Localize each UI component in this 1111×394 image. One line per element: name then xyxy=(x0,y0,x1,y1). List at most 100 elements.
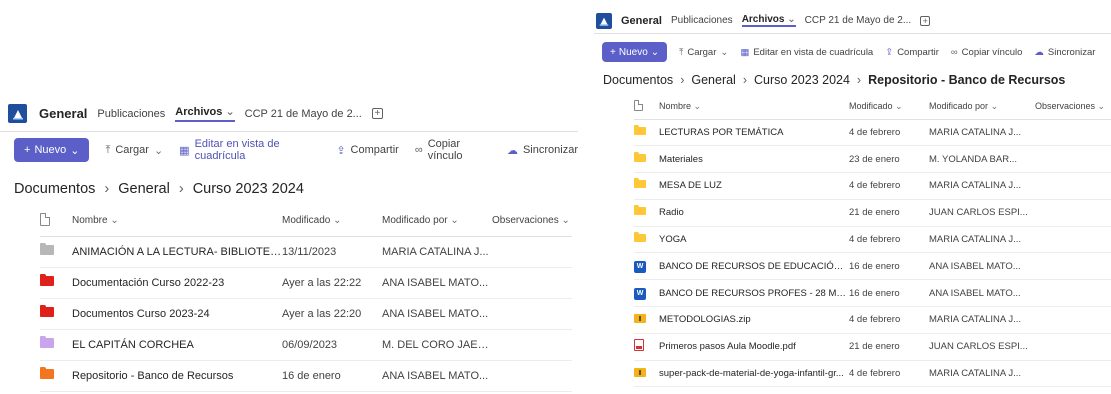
file-icon-cell xyxy=(634,172,659,200)
table-row[interactable]: LECTURAS POR TEMÁTICA 4 de febrero MARIA C… xyxy=(634,119,1111,147)
column-notes-header[interactable]: Observaciones ⌄ xyxy=(492,206,572,237)
file-name[interactable]: MESA DE LUZ xyxy=(659,172,849,200)
file-name[interactable]: super-pack-de-material-de-yoga-infantil-… xyxy=(659,360,849,388)
modified-date: 4 de febrero xyxy=(849,172,929,200)
file-name[interactable]: YOGA xyxy=(659,226,849,254)
table-row[interactable]: W BANCO DE RECURSOS DE EDUCACIÓN INF... 16… xyxy=(634,252,1111,281)
table-row[interactable]: Primeros pasos Aula Moodle.pdf 21 de ener… xyxy=(634,333,1111,361)
column-modified-label: Modificado xyxy=(849,100,893,111)
breadcrumb-general[interactable]: General xyxy=(118,181,170,197)
modified-date: 21 de enero xyxy=(849,199,929,227)
file-icon-cell xyxy=(634,199,659,227)
file-name[interactable]: LECTURAS POR TEMÁTICA xyxy=(659,119,849,147)
file-name[interactable]: Materiales xyxy=(659,145,849,174)
notes-cell xyxy=(1035,279,1111,308)
upload-button[interactable]: ⤒ Cargar ⌄ xyxy=(105,144,163,157)
modified-by: MARIA CATALINA J... xyxy=(929,172,1035,200)
notes-cell xyxy=(492,329,572,361)
column-modified-by-header[interactable]: Modificado por ⌄ xyxy=(929,94,1035,120)
file-name[interactable]: BANCO DE RECURSOS PROFES - 28 MAYO.... xyxy=(659,279,849,308)
add-tab-icon[interactable]: + xyxy=(920,15,931,26)
tab-archivos[interactable]: Archivos ⌄ xyxy=(175,105,235,122)
file-name[interactable]: BANCO DE RECURSOS DE EDUCACIÓN INF... xyxy=(659,252,849,281)
table-row[interactable]: Documentación Curso 2022-23 Ayer a las 22… xyxy=(40,267,572,299)
file-name[interactable]: ANIMACIÓN A LA LECTURA- BIBLIOTECA xyxy=(72,236,282,268)
file-name[interactable]: Primeros pasos Aula Moodle.pdf xyxy=(659,333,849,361)
tab-ccp[interactable]: CCP 21 de Mayo de 2... xyxy=(245,108,362,120)
table-row[interactable]: super-pack-de-material-de-yoga-infantil-… xyxy=(634,360,1111,388)
table-row[interactable]: EL CAPITÁN CORCHEA 06/09/2023 M. DEL CORO … xyxy=(40,329,572,361)
upload-button[interactable]: ⤒ Cargar ⌄ xyxy=(679,47,728,58)
chevron-right-icon: › xyxy=(856,73,862,87)
chevron-right-icon: › xyxy=(680,73,685,87)
folder-icon xyxy=(634,205,646,216)
file-type-header[interactable] xyxy=(40,206,72,237)
tab-publicaciones[interactable]: Publicaciones xyxy=(671,15,733,26)
new-button-label: Nuevo xyxy=(618,46,648,58)
file-icon-cell xyxy=(634,119,659,147)
new-button[interactable]: + Nuevo ⌄ xyxy=(602,42,668,62)
file-name[interactable]: Repositorio - Banco de Recursos xyxy=(72,360,282,392)
new-button[interactable]: + Nuevo ⌄ xyxy=(14,138,90,162)
file-name[interactable]: Documentación Curso 2022-23 xyxy=(72,267,282,299)
notes-cell xyxy=(492,267,572,299)
table-row[interactable]: W BANCO DE RECURSOS PROFES - 28 MAYO.... 1… xyxy=(634,279,1111,308)
notes-cell xyxy=(1035,252,1111,281)
tab-archivos-label: Archivos xyxy=(175,106,223,118)
breadcrumb-general[interactable]: General xyxy=(691,73,735,87)
folder-icon xyxy=(634,232,646,243)
new-button-label: Nuevo xyxy=(34,144,67,156)
pdf-icon xyxy=(634,339,644,352)
column-name-header[interactable]: Nombre ⌄ xyxy=(72,206,282,237)
breadcrumb-documentos[interactable]: Documentos xyxy=(14,181,95,197)
column-modified-header[interactable]: Modificado ⌄ xyxy=(282,206,382,237)
tab-archivos[interactable]: Archivos ⌄ xyxy=(741,14,796,27)
file-name[interactable]: Radio xyxy=(659,199,849,227)
link-icon: ∞ xyxy=(414,144,423,156)
file-name[interactable]: EL CAPITÁN CORCHEA xyxy=(72,329,282,361)
sync-label: Sincronizar xyxy=(522,144,578,156)
copy-link-button[interactable]: ∞ Copiar vínculo xyxy=(415,138,491,162)
table-row[interactable]: Radio 21 de enero JUAN CARLOS ESPI... xyxy=(634,199,1111,227)
file-type-header[interactable] xyxy=(634,94,659,120)
column-modified-by-header[interactable]: Modificado por ⌄ xyxy=(382,206,492,237)
table-row[interactable]: YOGA 4 de febrero MARIA CATALINA J... xyxy=(634,226,1111,254)
add-tab-icon[interactable]: + xyxy=(371,108,383,119)
modified-by: M. YOLANDA BAR... xyxy=(929,145,1035,174)
file-name[interactable]: Documentos Curso 2023-24 xyxy=(72,298,282,330)
table-row[interactable]: ANIMACIÓN A LA LECTURA- BIBLIOTECA 13/11/… xyxy=(40,236,572,268)
grid-edit-button[interactable]: ▦ Editar en vista de cuadrícula xyxy=(740,47,873,58)
table-row[interactable]: Materiales 23 de enero M. YOLANDA BAR... xyxy=(634,145,1111,174)
tab-publicaciones[interactable]: Publicaciones xyxy=(97,108,165,120)
file-type-icon xyxy=(634,99,643,111)
table-row[interactable]: Repositorio - Banco de Recursos 16 de ene… xyxy=(40,360,572,392)
modified-date: 13/11/2023 xyxy=(282,236,382,268)
sync-button[interactable]: ☁ Sincronizar xyxy=(507,144,578,157)
modified-by: MARIA CATALINA J... xyxy=(929,119,1035,147)
sync-button[interactable]: ☁ Sincronizar xyxy=(1034,47,1095,58)
tab-ccp[interactable]: CCP 21 de Mayo de 2... xyxy=(805,15,912,26)
folder-icon xyxy=(634,124,646,135)
modified-by: ANA ISABEL MATO... xyxy=(382,267,492,299)
files-panel-right: General Publicaciones Archivos ⌄ CCP 21 … xyxy=(594,8,1111,394)
grid-edit-label: Editar en vista de cuadrícula xyxy=(753,46,874,58)
table-row[interactable]: Documentos Curso 2023-24 Ayer a las 22:20… xyxy=(40,298,572,330)
share-button[interactable]: ⇪ Compartir xyxy=(885,47,939,58)
modified-date: Ayer a las 22:22 xyxy=(282,267,382,299)
table-row[interactable]: MESA DE LUZ 4 de febrero MARIA CATALINA J.… xyxy=(634,172,1111,200)
notes-cell xyxy=(1035,306,1111,334)
file-name[interactable]: METODOLOGIAS.zip xyxy=(659,306,849,334)
breadcrumb-repositorio[interactable]: Repositorio - Banco de Recursos xyxy=(868,73,1065,87)
grid-edit-button[interactable]: ▦ Editar en vista de cuadrícula xyxy=(179,138,320,162)
breadcrumb-curso[interactable]: Curso 2023 2024 xyxy=(193,181,304,197)
breadcrumb-curso[interactable]: Curso 2023 2024 xyxy=(754,73,850,87)
copy-link-button[interactable]: ∞ Copiar vínculo xyxy=(951,47,1023,58)
breadcrumb-documentos[interactable]: Documentos xyxy=(603,73,673,87)
breadcrumb: Documentos › General › Curso 2023 2024 ›… xyxy=(594,66,1111,94)
column-name-header[interactable]: Nombre ⌄ xyxy=(659,94,849,120)
column-modified-header[interactable]: Modificado ⌄ xyxy=(849,94,929,120)
share-button[interactable]: ⇪ Compartir xyxy=(336,144,399,157)
table-row[interactable]: METODOLOGIAS.zip 4 de febrero MARIA CATALI… xyxy=(634,306,1111,334)
breadcrumb: Documentos › General › Curso 2023 2024 xyxy=(0,168,578,206)
column-notes-header[interactable]: Observaciones ⌄ xyxy=(1035,94,1111,120)
